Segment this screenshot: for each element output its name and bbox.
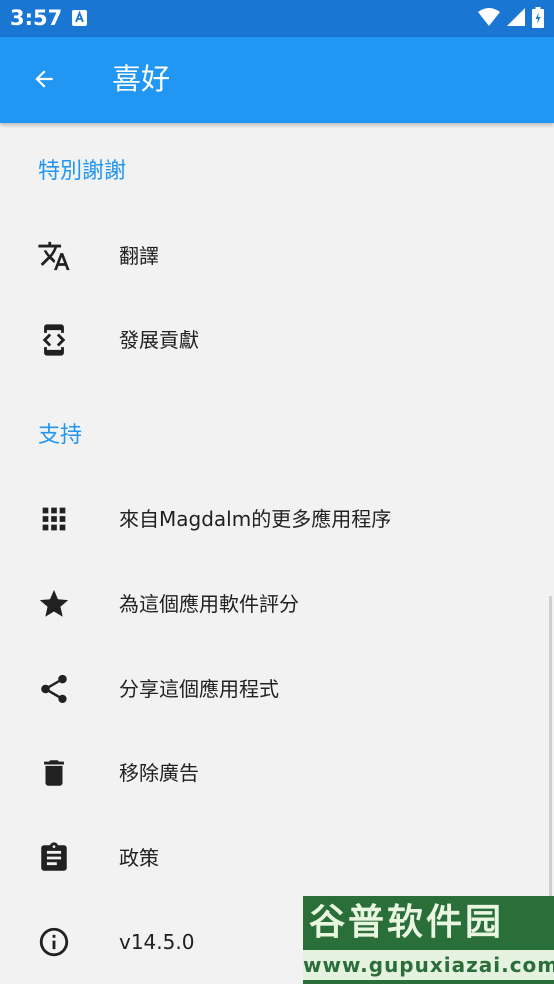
pref-item-label: 政策 (119, 846, 159, 870)
preferences-list: 特別謝謝 翻譯 發展貢獻 支持 來自Magdalm的更多應用程序 為這個應用軟件… (0, 123, 554, 984)
signal-icon (507, 8, 525, 30)
wifi-icon (478, 8, 500, 30)
share-icon (37, 672, 71, 706)
pref-item-label: 翻譯 (119, 244, 159, 268)
star-icon (37, 587, 71, 621)
section-header-thanks: 特別謝謝 (38, 159, 127, 184)
battery-icon (532, 6, 544, 32)
clipboard-icon (37, 841, 71, 875)
status-time: 3:57 (10, 6, 63, 30)
pref-item-development[interactable]: 發展貢獻 (0, 298, 554, 382)
info-icon (37, 925, 71, 959)
pref-item-label: 為這個應用軟件評分 (119, 592, 299, 616)
status-indicators (478, 6, 544, 32)
pref-item-translation[interactable]: 翻譯 (0, 214, 554, 298)
pref-item-more-apps[interactable]: 來自Magdalm的更多應用程序 (0, 477, 554, 561)
pref-item-rate-app[interactable]: 為這個應用軟件評分 (0, 562, 554, 646)
pref-item-label: 分享這個應用程式 (119, 677, 279, 701)
watermark-url: www.gupuxiazai.com (303, 950, 554, 980)
apps-grid-icon (37, 502, 71, 536)
section-header-support: 支持 (38, 423, 83, 448)
back-button[interactable] (24, 59, 64, 99)
app-bar: 喜好 (0, 37, 554, 123)
translate-icon (37, 239, 71, 273)
pref-item-label: 發展貢獻 (119, 328, 199, 352)
watermark-title: 谷普软件园 (309, 902, 505, 943)
notification-icon (72, 10, 87, 26)
pref-item-share-app[interactable]: 分享這個應用程式 (0, 647, 554, 731)
status-bar: 3:57 (0, 0, 554, 37)
pref-item-label: 移除廣告 (119, 761, 199, 785)
pref-item-label: v14.5.0 (119, 930, 195, 954)
pref-item-policy[interactable]: 政策 (0, 816, 554, 900)
pref-item-remove-ads[interactable]: 移除廣告 (0, 731, 554, 815)
page-title: 喜好 (112, 62, 171, 96)
delete-icon (37, 756, 71, 790)
pref-item-label: 來自Magdalm的更多應用程序 (119, 507, 392, 531)
watermark-logo: 谷普软件园 www.gupuxiazai.com (303, 896, 554, 984)
developer-mode-icon (37, 323, 71, 357)
arrow-back-icon (35, 70, 53, 88)
